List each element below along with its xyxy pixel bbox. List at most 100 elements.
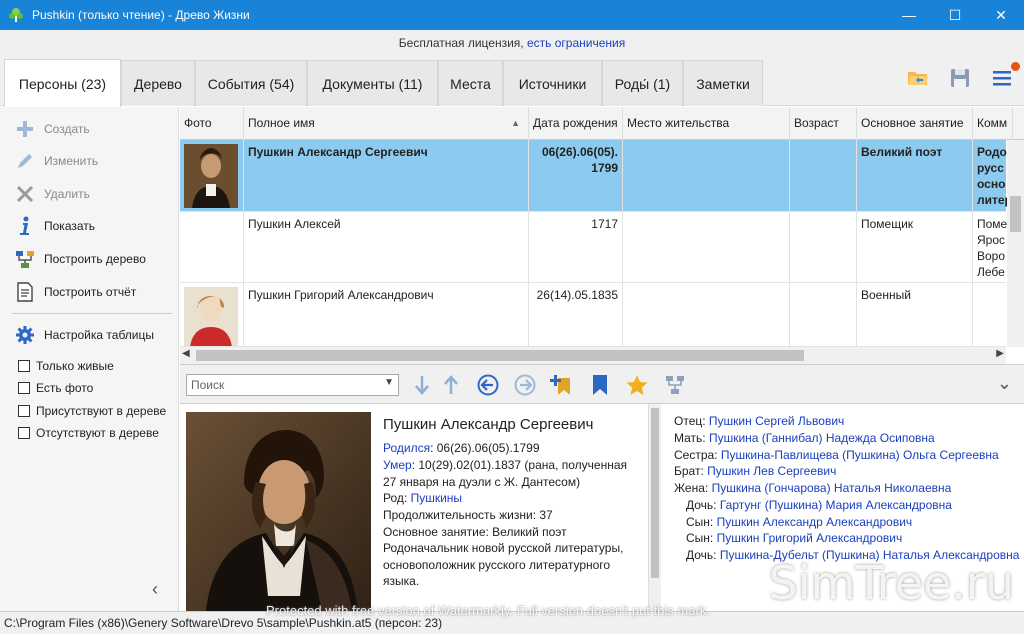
row-occupation: Помещик [857, 212, 973, 282]
collapse-sidebar-button[interactable]: ‹ [152, 579, 158, 600]
scroll-right-icon[interactable]: ▶ [996, 348, 1004, 359]
minimize-button[interactable]: — [886, 0, 932, 30]
show-button[interactable]: Показать [14, 214, 95, 238]
watermark-text: Protected with free version of Watermark… [266, 603, 710, 618]
hamburger-menu-icon[interactable] [990, 66, 1014, 90]
back-button[interactable] [476, 373, 500, 397]
detail-comment: Родоначальник новой русской литературы, … [383, 541, 624, 588]
build-report-label: Построить отчёт [44, 285, 137, 299]
portrait-thumbnail-icon [184, 144, 238, 208]
bookmark-button[interactable] [588, 373, 612, 397]
checkbox-has-photo[interactable] [18, 382, 30, 394]
relative-link[interactable]: Пушкин Александр Александрович [717, 515, 913, 529]
relative-link[interactable]: Гартунг (Пушкина) Мария Александровна [720, 498, 952, 512]
row-residence [623, 283, 790, 346]
relative-role: Жена: [674, 481, 712, 495]
relative-role: Мать: [674, 431, 709, 445]
create-button[interactable]: Создать [14, 117, 90, 141]
move-down-button[interactable] [410, 373, 434, 397]
detail-scroll-thumb[interactable] [651, 408, 659, 578]
sidebar: Создать Изменить Удалить Показать Постро… [0, 107, 179, 611]
tab-events[interactable]: События (54) [195, 60, 307, 106]
horizontal-scroll-thumb[interactable] [196, 350, 804, 361]
filter-not-in-tree[interactable]: Отсутствуют в дереве [18, 424, 159, 442]
col-full-name[interactable]: Полное имя ▲ [244, 107, 529, 140]
search-input[interactable]: Поиск ▼ [186, 374, 399, 396]
died-link[interactable]: Умер [383, 458, 412, 472]
table-settings-label: Настройка таблицы [44, 328, 154, 342]
relative-link[interactable]: Пушкин Лев Сергеевич [707, 464, 836, 478]
checkbox-in-tree[interactable] [18, 405, 30, 417]
grid-header: Фото Полное имя ▲ Дата рождения Место жит… [180, 107, 1024, 140]
detail-scrollbar[interactable] [648, 404, 661, 611]
filter-in-tree[interactable]: Присутствуют в дереве [18, 402, 166, 420]
relative-item: Отец: Пушкин Сергей Львович [674, 414, 844, 428]
clan-link[interactable]: Пушкины [411, 491, 462, 505]
site-watermark: SimTree.ru [768, 556, 1014, 610]
born-value: : 06(26).06(05).1799 [430, 441, 540, 455]
row-birth: 06(26).06(05). 1799 [529, 140, 623, 211]
expand-panel-button[interactable]: ⌄ [997, 373, 1012, 394]
tab-places[interactable]: Места [438, 60, 503, 106]
col-birth-date[interactable]: Дата рождения [529, 107, 623, 140]
checkbox-not-in-tree[interactable] [18, 427, 30, 439]
table-row[interactable]: Пушкин Алексей 1717 Помещик Поме Ярос Во… [180, 212, 1013, 283]
build-report-button[interactable]: Построить отчёт [14, 280, 136, 304]
relative-item: Сын: Пушкин Григорий Александрович [686, 531, 902, 545]
grid-horizontal-scrollbar[interactable]: ◀ ▶ [180, 347, 1006, 364]
checkbox-only-living[interactable] [18, 360, 30, 372]
tree-structure-icon [16, 251, 34, 268]
table-settings-button[interactable]: Настройка таблицы [14, 323, 154, 347]
filter-only-living[interactable]: Только живые [18, 357, 114, 375]
move-up-button[interactable] [439, 373, 463, 397]
detail-occupation: Основное занятие: Великий поэт [383, 525, 567, 539]
save-icon[interactable] [948, 66, 972, 90]
license-limits-link[interactable]: есть ограничения [527, 36, 625, 50]
filter-has-photo[interactable]: Есть фото [18, 379, 93, 397]
relative-link[interactable]: Пушкин Григорий Александрович [717, 531, 903, 545]
delete-x-icon [16, 185, 34, 203]
tab-clans[interactable]: Роды́ (1) [602, 60, 683, 106]
arrow-left-circle-icon [477, 374, 499, 396]
window-title: Pushkin (только чтение) - Древо Жизни [32, 8, 250, 22]
col-photo[interactable]: Фото [180, 107, 244, 140]
arrow-down-icon [415, 376, 429, 395]
col-residence[interactable]: Место жительства [623, 107, 790, 140]
tab-documents[interactable]: Документы (11) [307, 60, 438, 106]
col-occupation[interactable]: Основное занятие [857, 107, 973, 140]
chevron-down-icon[interactable]: ▼ [384, 377, 394, 388]
favorite-button[interactable] [625, 373, 649, 397]
relative-item: Сын: Пушкин Александр Александрович [686, 515, 912, 529]
tab-sources[interactable]: Источники [503, 60, 602, 106]
scroll-left-icon[interactable]: ◀ [182, 348, 190, 359]
edit-button[interactable]: Изменить [14, 149, 98, 173]
relative-role: Дочь: [686, 548, 720, 562]
col-comment[interactable]: Комм [973, 107, 1013, 140]
open-folder-icon[interactable] [906, 66, 930, 90]
relative-item: Сестра: Пушкина-Павлищева (Пушкина) Ольг… [674, 448, 999, 462]
forward-button[interactable] [513, 373, 537, 397]
col-age[interactable]: Возраст [790, 107, 857, 140]
relative-link[interactable]: Пушкин Сергей Львович [709, 414, 844, 428]
relative-role: Отец: [674, 414, 709, 428]
tree-view-button[interactable] [663, 373, 687, 397]
born-link[interactable]: Родился [383, 441, 430, 455]
relative-link[interactable]: Пушкина (Ганнибал) Надежда Осиповна [709, 431, 935, 445]
relative-link[interactable]: Пушкина-Павлищева (Пушкина) Ольга Сергее… [721, 448, 999, 462]
table-row[interactable]: Пушкин Александр Сергеевич 06(26).06(05)… [180, 140, 1013, 212]
tab-persons[interactable]: Персоны (23) [4, 59, 121, 107]
vertical-scroll-thumb[interactable] [1010, 196, 1021, 232]
maximize-button[interactable]: ☐ [932, 0, 978, 30]
close-button[interactable]: ✕ [978, 0, 1024, 30]
relative-link[interactable]: Пушкина (Гончарова) Наталья Николаевна [712, 481, 952, 495]
relative-item: Жена: Пушкина (Гончарова) Наталья Никола… [674, 481, 951, 495]
add-bookmark-button[interactable] [549, 373, 573, 397]
grid-vertical-scrollbar[interactable] [1007, 140, 1024, 347]
tab-notes[interactable]: Заметки [683, 60, 763, 106]
build-tree-button[interactable]: Построить дерево [14, 247, 146, 271]
table-row[interactable]: Пушкин Григорий Александрович 26(14).05.… [180, 283, 1013, 347]
delete-label: Удалить [44, 187, 90, 201]
search-placeholder: Поиск [191, 378, 225, 392]
tab-tree[interactable]: Дерево [121, 60, 195, 106]
delete-button[interactable]: Удалить [14, 182, 90, 206]
